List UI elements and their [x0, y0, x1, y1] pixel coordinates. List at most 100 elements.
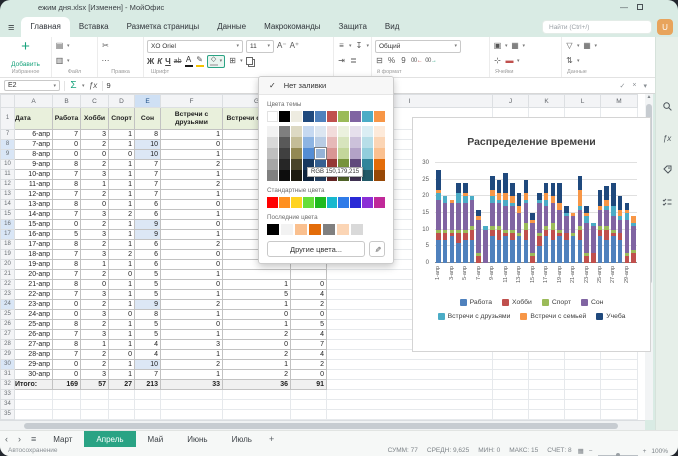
- color-swatch[interactable]: [295, 224, 307, 235]
- color-swatch[interactable]: [350, 137, 361, 148]
- cell[interactable]: 2: [81, 240, 109, 250]
- color-swatch[interactable]: [291, 137, 302, 148]
- cell[interactable]: 7: [53, 330, 81, 340]
- cell[interactable]: 2: [161, 240, 223, 250]
- text-color-button[interactable]: А: [185, 56, 193, 67]
- row-header[interactable]: 12: [1, 180, 15, 190]
- color-swatch[interactable]: [303, 111, 314, 122]
- cell[interactable]: [529, 380, 565, 390]
- cell[interactable]: 5: [135, 320, 161, 330]
- cell[interactable]: 0: [81, 280, 109, 290]
- cell[interactable]: [223, 270, 291, 280]
- cell[interactable]: 0: [53, 300, 81, 310]
- cell[interactable]: 1: [109, 260, 135, 270]
- italic-button[interactable]: К: [157, 57, 162, 66]
- cell[interactable]: [135, 400, 161, 410]
- row-header[interactable]: 22: [1, 280, 15, 290]
- menu-tab[interactable]: Защита: [330, 17, 376, 37]
- color-swatch[interactable]: [279, 159, 290, 170]
- column-header[interactable]: M: [601, 95, 638, 108]
- cell[interactable]: 6: [135, 210, 161, 220]
- cell[interactable]: 16-апр: [15, 230, 53, 240]
- cell[interactable]: [135, 410, 161, 420]
- row-header[interactable]: 14: [1, 200, 15, 210]
- cell[interactable]: 2: [161, 360, 223, 370]
- cell[interactable]: 2: [161, 180, 223, 190]
- column-header[interactable]: A: [15, 95, 53, 108]
- insert-cells-icon[interactable]: ▦: [511, 42, 520, 50]
- cell[interactable]: 2: [81, 190, 109, 200]
- cell[interactable]: Встречи с друзьями: [161, 108, 223, 130]
- underline-button[interactable]: Ч: [165, 57, 171, 66]
- cell[interactable]: 3: [81, 330, 109, 340]
- color-swatch[interactable]: [279, 126, 290, 137]
- cell[interactable]: [601, 390, 638, 400]
- cell[interactable]: 8: [53, 280, 81, 290]
- color-swatch[interactable]: [291, 170, 302, 181]
- cell[interactable]: 0: [161, 220, 223, 230]
- cell[interactable]: [53, 400, 81, 410]
- next-sheet-icon[interactable]: ›: [13, 431, 26, 447]
- font-name-select[interactable]: XO Oriel▾: [147, 40, 243, 53]
- delete-cells-icon[interactable]: ▬: [505, 57, 514, 65]
- color-swatch[interactable]: [362, 148, 373, 159]
- font-increase-icon[interactable]: A⁺: [290, 42, 300, 50]
- search-icon[interactable]: [663, 102, 672, 113]
- color-swatch[interactable]: [291, 111, 302, 122]
- column-header[interactable]: C: [81, 95, 109, 108]
- color-swatch[interactable]: [267, 224, 279, 235]
- cell[interactable]: 1: [161, 130, 223, 140]
- cell[interactable]: 1: [161, 150, 223, 160]
- currency-icon[interactable]: ⊟: [375, 57, 384, 65]
- cell[interactable]: 29-апр: [15, 360, 53, 370]
- print-icon[interactable]: ▥: [55, 57, 64, 65]
- cell[interactable]: 9: [135, 300, 161, 310]
- cell[interactable]: [291, 410, 327, 420]
- color-swatch[interactable]: [327, 137, 338, 148]
- cell[interactable]: 8: [53, 200, 81, 210]
- color-swatch[interactable]: [374, 126, 385, 137]
- cell[interactable]: 7: [135, 370, 161, 380]
- cell[interactable]: [565, 370, 601, 380]
- cell[interactable]: 3: [81, 170, 109, 180]
- cell[interactable]: 1: [109, 300, 135, 310]
- cell[interactable]: 0: [291, 280, 327, 290]
- cell[interactable]: 0: [53, 140, 81, 150]
- cell[interactable]: 3: [81, 370, 109, 380]
- vertical-align-icon[interactable]: ↧: [355, 42, 364, 50]
- cell[interactable]: 9: [135, 230, 161, 240]
- cell[interactable]: 5: [291, 320, 327, 330]
- row-header[interactable]: 24: [1, 300, 15, 310]
- cell[interactable]: [601, 380, 638, 390]
- cell[interactable]: 1: [81, 180, 109, 190]
- cell[interactable]: 1: [109, 290, 135, 300]
- cell[interactable]: 10: [135, 150, 161, 160]
- cell[interactable]: [291, 400, 327, 410]
- cell[interactable]: 1: [109, 360, 135, 370]
- check-cells-icon[interactable]: [662, 198, 672, 209]
- decimal-increase-icon[interactable]: 00→: [425, 58, 436, 64]
- cell[interactable]: 0: [109, 310, 135, 320]
- cell[interactable]: 0: [109, 350, 135, 360]
- color-swatch[interactable]: [350, 126, 361, 137]
- cell[interactable]: 6: [135, 250, 161, 260]
- indent-icon[interactable]: ≣: [349, 57, 358, 65]
- cell[interactable]: [601, 360, 638, 370]
- cell[interactable]: [493, 400, 529, 410]
- color-swatch[interactable]: [267, 159, 278, 170]
- cell[interactable]: 7: [53, 210, 81, 220]
- scroll-up-icon[interactable]: ▲: [645, 94, 653, 100]
- color-swatch[interactable]: [315, 126, 326, 137]
- cell[interactable]: 17-апр: [15, 240, 53, 250]
- cell[interactable]: 1: [223, 320, 291, 330]
- cell[interactable]: 27: [109, 380, 135, 390]
- cell[interactable]: [223, 410, 291, 420]
- cell[interactable]: 169: [53, 380, 81, 390]
- cell[interactable]: [565, 400, 601, 410]
- font-size-select[interactable]: 11▾: [246, 40, 274, 53]
- expand-formula-icon[interactable]: ▾: [643, 82, 647, 90]
- cell[interactable]: 2: [81, 160, 109, 170]
- cell[interactable]: 2: [81, 320, 109, 330]
- row-header[interactable]: 9: [1, 150, 15, 160]
- cell[interactable]: Спорт: [109, 108, 135, 130]
